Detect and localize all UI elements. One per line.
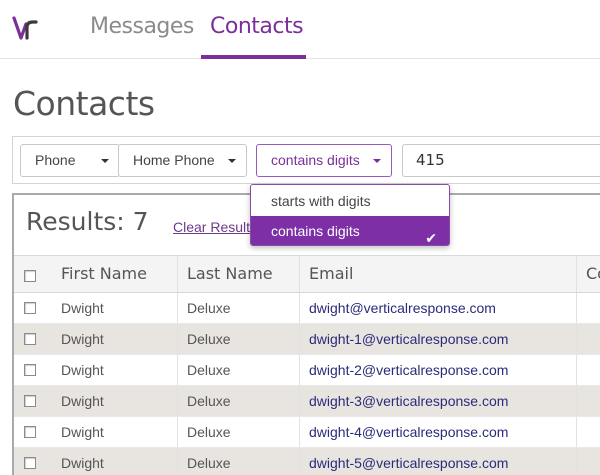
column-divider — [299, 417, 300, 447]
column-divider — [576, 386, 577, 416]
cell-email[interactable]: dwight@verticalresponse.com — [309, 300, 496, 316]
cell-first-name: Dwight — [61, 362, 104, 378]
caret-down-icon — [373, 159, 381, 163]
results-count: Results: 7 — [26, 207, 149, 236]
cell-last-name: Deluxe — [187, 300, 231, 316]
subfield-select[interactable]: Home Phone — [118, 144, 247, 177]
cell-first-name: Dwight — [61, 424, 104, 440]
column-divider — [576, 256, 577, 292]
caret-down-icon — [228, 159, 236, 163]
field-select-value: Phone — [35, 152, 76, 168]
column-divider — [576, 293, 577, 323]
cell-email[interactable]: dwight-4@verticalresponse.com — [309, 424, 508, 440]
row-checkbox[interactable] — [24, 333, 36, 345]
cell-last-name: Deluxe — [187, 424, 231, 440]
filter-bar: Phone Home Phone contains digits 415 — [12, 136, 600, 184]
cell-last-name: Deluxe — [187, 455, 231, 471]
active-tab-indicator — [201, 55, 306, 59]
table-row[interactable]: Dwight Deluxe dwight-2@verticalresponse.… — [14, 355, 600, 386]
column-header-co[interactable]: Co — [586, 264, 600, 283]
menu-item-label: contains digits — [271, 223, 360, 239]
cell-last-name: Deluxe — [187, 393, 231, 409]
table-row[interactable]: Dwight Deluxe dwight@verticalresponse.co… — [14, 293, 600, 324]
tab-contacts[interactable]: Contacts — [210, 14, 304, 39]
operator-select-value: contains digits — [271, 152, 360, 168]
column-header-last-name[interactable]: Last Name — [187, 264, 273, 283]
filter-value-input[interactable]: 415 — [402, 144, 600, 177]
column-divider — [299, 293, 300, 323]
row-checkbox[interactable] — [24, 364, 36, 376]
table-row[interactable]: Dwight Deluxe dwight-5@verticalresponse.… — [14, 448, 600, 475]
column-divider — [576, 448, 577, 475]
caret-down-icon — [101, 159, 109, 163]
row-checkbox[interactable] — [24, 457, 36, 469]
column-divider — [177, 417, 178, 447]
column-divider — [299, 448, 300, 475]
row-checkbox[interactable] — [24, 302, 36, 314]
field-select[interactable]: Phone — [20, 144, 120, 177]
column-divider — [299, 355, 300, 385]
column-divider — [299, 324, 300, 354]
tab-messages[interactable]: Messages — [90, 14, 194, 39]
column-divider — [299, 386, 300, 416]
table-row[interactable]: Dwight Deluxe dwight-3@verticalresponse.… — [14, 386, 600, 417]
table-row[interactable]: Dwight Deluxe dwight-4@verticalresponse.… — [14, 417, 600, 448]
table-header: First Name Last Name Email Co — [14, 255, 600, 293]
cell-first-name: Dwight — [61, 455, 104, 471]
check-icon: ✔ — [425, 230, 437, 246]
column-divider — [576, 417, 577, 447]
column-header-first-name[interactable]: First Name — [61, 264, 147, 283]
column-divider — [177, 256, 178, 292]
cell-email[interactable]: dwight-3@verticalresponse.com — [309, 393, 508, 409]
operator-dropdown-menu: starts with digits contains digits ✔ — [250, 184, 450, 246]
subfield-select-value: Home Phone — [133, 152, 215, 168]
menu-item-contains-digits[interactable]: contains digits ✔ — [251, 216, 449, 246]
cell-first-name: Dwight — [61, 393, 104, 409]
cell-email[interactable]: dwight-5@verticalresponse.com — [309, 455, 508, 471]
column-divider — [576, 324, 577, 354]
table-row[interactable]: Dwight Deluxe dwight-1@verticalresponse.… — [14, 324, 600, 355]
column-divider — [299, 256, 300, 292]
cell-email[interactable]: dwight-1@verticalresponse.com — [309, 331, 508, 347]
column-divider — [177, 448, 178, 475]
row-checkbox[interactable] — [24, 426, 36, 438]
column-divider — [177, 355, 178, 385]
page-title: Contacts — [13, 84, 155, 123]
column-header-email[interactable]: Email — [309, 264, 353, 283]
top-nav: Messages Contacts — [0, 0, 600, 59]
menu-item-starts-with-digits[interactable]: starts with digits — [251, 186, 449, 216]
select-all-checkbox[interactable] — [24, 270, 36, 282]
column-divider — [177, 324, 178, 354]
row-checkbox[interactable] — [24, 395, 36, 407]
operator-select[interactable]: contains digits — [256, 144, 392, 177]
cell-first-name: Dwight — [61, 331, 104, 347]
cell-last-name: Deluxe — [187, 362, 231, 378]
vr-logo[interactable] — [12, 12, 42, 44]
cell-last-name: Deluxe — [187, 331, 231, 347]
clear-results-link[interactable]: Clear Results — [173, 219, 257, 235]
column-divider — [177, 386, 178, 416]
cell-first-name: Dwight — [61, 300, 104, 316]
column-divider — [576, 355, 577, 385]
column-divider — [177, 293, 178, 323]
cell-email[interactable]: dwight-2@verticalresponse.com — [309, 362, 508, 378]
